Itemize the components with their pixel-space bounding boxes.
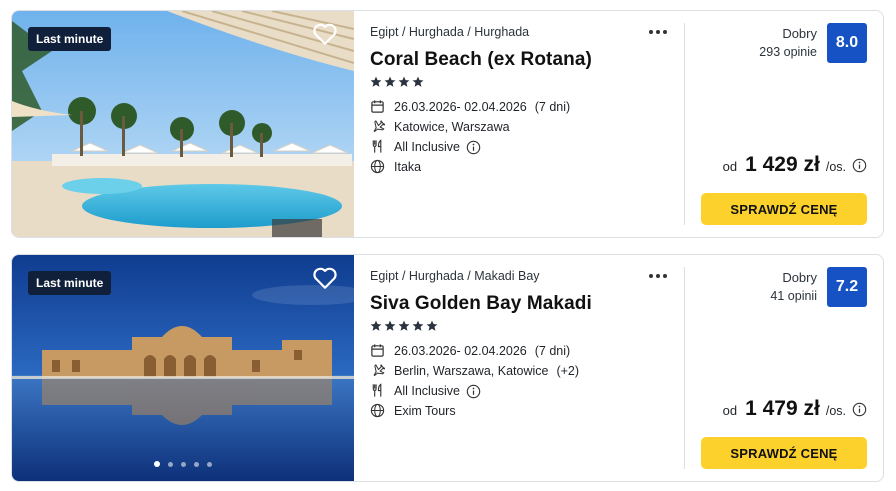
duration-text: (7 dni) — [534, 100, 571, 114]
departure-row: Katowice, Warszawa — [370, 117, 680, 137]
price-block: od 1 429 zł /os. — [723, 153, 867, 177]
operator-row: Itaka — [370, 157, 680, 177]
info-circle-icon[interactable] — [466, 140, 481, 155]
last-minute-badge: Last minute — [28, 271, 112, 295]
card-divider — [684, 23, 685, 225]
hotel-name[interactable]: Coral Beach (ex Rotana) — [370, 49, 680, 71]
heart-outline-icon[interactable] — [312, 266, 340, 292]
price-suffix: /os. — [825, 160, 846, 174]
offer-info: Egipt / Hurghada / Hurghada Coral Beach … — [370, 25, 680, 177]
star-icon — [412, 320, 424, 331]
hotel-stars — [370, 76, 680, 90]
star-icon — [370, 320, 382, 331]
dates-row: 26.03.2026- 02.04.2026 (7 dni) — [370, 341, 680, 361]
board-text: All Inclusive — [394, 384, 460, 398]
operator-row: Exim Tours — [370, 401, 680, 421]
rating-score: 8.0 — [827, 23, 867, 63]
rating-score: 7.2 — [827, 267, 867, 307]
offer-card[interactable]: Last minute Egipt / Hurghada / Makadi Ba… — [11, 254, 884, 482]
hotel-photo[interactable]: Last minute — [12, 11, 354, 237]
rating-count[interactable]: 41 opinii — [770, 287, 817, 305]
board-text: All Inclusive — [394, 140, 460, 154]
destination-breadcrumb[interactable]: Egipt / Hurghada / Makadi Bay — [370, 269, 680, 287]
dates-row: 26.03.2026- 02.04.2026 (7 dni) — [370, 97, 680, 117]
card-divider — [684, 267, 685, 469]
star-icon — [426, 320, 438, 331]
star-icon — [412, 76, 424, 87]
calendar-icon — [370, 99, 386, 115]
offer-list: Last minute Egipt / Hurghada / Hurghada … — [0, 0, 896, 491]
star-icon — [384, 320, 396, 331]
plane-icon — [370, 363, 386, 379]
departure-text: Katowice, Warszawa — [394, 120, 510, 134]
star-icon — [398, 320, 410, 331]
check-price-button[interactable]: SPRAWDŹ CENĘ — [701, 193, 867, 225]
calendar-icon — [370, 343, 386, 359]
info-circle-icon[interactable] — [852, 402, 867, 417]
carousel-indicator[interactable] — [12, 461, 354, 467]
carousel-dot[interactable] — [207, 461, 212, 467]
star-icon — [384, 76, 396, 87]
cutlery-icon — [370, 139, 386, 155]
departure-row: Berlin, Warszawa, Katowice (+2) — [370, 361, 680, 381]
carousel-dot[interactable] — [181, 461, 186, 467]
more-horizontal-icon[interactable] — [647, 269, 669, 283]
price-amount: 1 429 zł — [745, 153, 820, 176]
hotel-stars — [370, 320, 680, 334]
rating-word: Dobry — [782, 26, 817, 41]
dates-text: 26.03.2026- 02.04.2026 — [394, 100, 527, 114]
rating-word: Dobry — [782, 270, 817, 285]
departure-text: Berlin, Warszawa, Katowice — [394, 364, 549, 378]
globe-icon — [370, 403, 386, 419]
operator-text[interactable]: Exim Tours — [394, 404, 456, 418]
offer-info: Egipt / Hurghada / Makadi Bay Siva Golde… — [370, 269, 680, 421]
price-amount: 1 479 zł — [745, 397, 820, 420]
heart-outline-icon[interactable] — [312, 22, 340, 48]
rating-block[interactable]: Dobry 41 opinii 7.2 — [770, 267, 867, 307]
price-block: od 1 479 zł /os. — [723, 397, 867, 421]
price-suffix: /os. — [825, 404, 846, 418]
info-circle-icon[interactable] — [466, 384, 481, 399]
carousel-dot[interactable] — [168, 461, 173, 467]
last-minute-badge: Last minute — [28, 27, 112, 51]
star-icon — [398, 76, 410, 87]
globe-icon — [370, 159, 386, 175]
info-circle-icon[interactable] — [852, 158, 867, 173]
carousel-dot[interactable] — [154, 461, 160, 467]
dates-text: 26.03.2026- 02.04.2026 — [394, 344, 527, 358]
rating-count[interactable]: 293 opinie — [759, 43, 817, 61]
plane-icon — [370, 119, 386, 135]
rating-block[interactable]: Dobry 293 opinie 8.0 — [759, 23, 867, 63]
more-horizontal-icon[interactable] — [647, 25, 669, 39]
departure-extra[interactable]: (+2) — [556, 364, 579, 378]
offer-card[interactable]: Last minute Egipt / Hurghada / Hurghada … — [11, 10, 884, 238]
board-row: All Inclusive — [370, 381, 680, 401]
hotel-photo[interactable]: Last minute — [12, 255, 354, 481]
price-prefix: od — [722, 159, 738, 174]
price-prefix: od — [722, 403, 738, 418]
star-icon — [370, 76, 382, 87]
hotel-name[interactable]: Siva Golden Bay Makadi — [370, 293, 680, 315]
carousel-dot[interactable] — [194, 461, 199, 467]
destination-breadcrumb[interactable]: Egipt / Hurghada / Hurghada — [370, 25, 680, 43]
operator-text[interactable]: Itaka — [394, 160, 421, 174]
cutlery-icon — [370, 383, 386, 399]
duration-text: (7 dni) — [534, 344, 571, 358]
board-row: All Inclusive — [370, 137, 680, 157]
check-price-button[interactable]: SPRAWDŹ CENĘ — [701, 437, 867, 469]
